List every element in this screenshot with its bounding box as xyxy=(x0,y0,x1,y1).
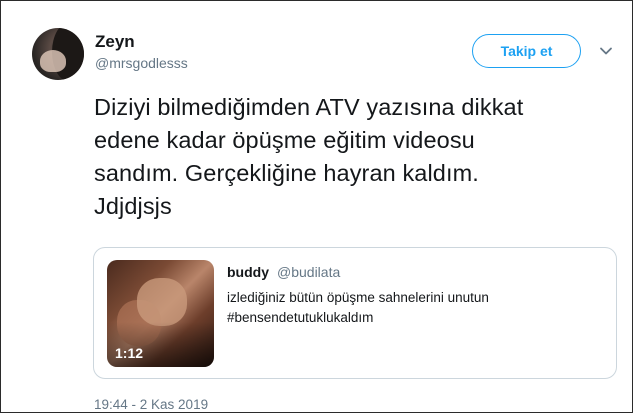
chevron-down-icon[interactable] xyxy=(598,43,614,59)
tweet-card: Zeyn @mrsgodlesss Takip et Diziyi bilmed… xyxy=(0,0,633,413)
quoted-tweet-hashtag: #bensendetutuklukaldım xyxy=(227,310,374,325)
quoted-tweet-line: izlediğiniz bütün öpüşme sahnelerini unu… xyxy=(227,290,489,305)
quoted-author-name: buddy xyxy=(227,264,269,280)
avatar-face-shape xyxy=(40,50,66,72)
tweet-timestamp[interactable]: 19:44 - 2 Kas 2019 xyxy=(94,397,208,412)
follow-button[interactable]: Takip et xyxy=(472,34,581,68)
tweet-text: Diziyi bilmediğimden ATV yazısına dikkat… xyxy=(94,91,614,223)
quoted-tweet-text: izlediğiniz bütün öpüşme sahnelerini unu… xyxy=(227,288,607,328)
video-thumbnail[interactable]: 1:12 xyxy=(107,260,214,367)
thumbnail-shape xyxy=(137,278,187,326)
tweet-text-line: sandım. Gerçekliğine hayran kaldım. xyxy=(94,160,479,186)
author-handle[interactable]: @mrsgodlesss xyxy=(95,55,188,71)
author-display-name[interactable]: Zeyn xyxy=(95,32,135,52)
video-duration: 1:12 xyxy=(115,345,144,361)
tweet-text-line: Jdjdjsjs xyxy=(94,193,172,219)
quoted-tweet-card[interactable]: 1:12 buddy @budilata izlediğiniz bütün ö… xyxy=(93,247,617,379)
quoted-author-handle: @budilata xyxy=(277,264,341,280)
avatar[interactable] xyxy=(32,28,84,80)
tweet-text-line: Diziyi bilmediğimden ATV yazısına dikkat xyxy=(94,94,524,120)
tweet-text-line: edene kadar öpüşme eğitim videosu xyxy=(94,127,475,153)
